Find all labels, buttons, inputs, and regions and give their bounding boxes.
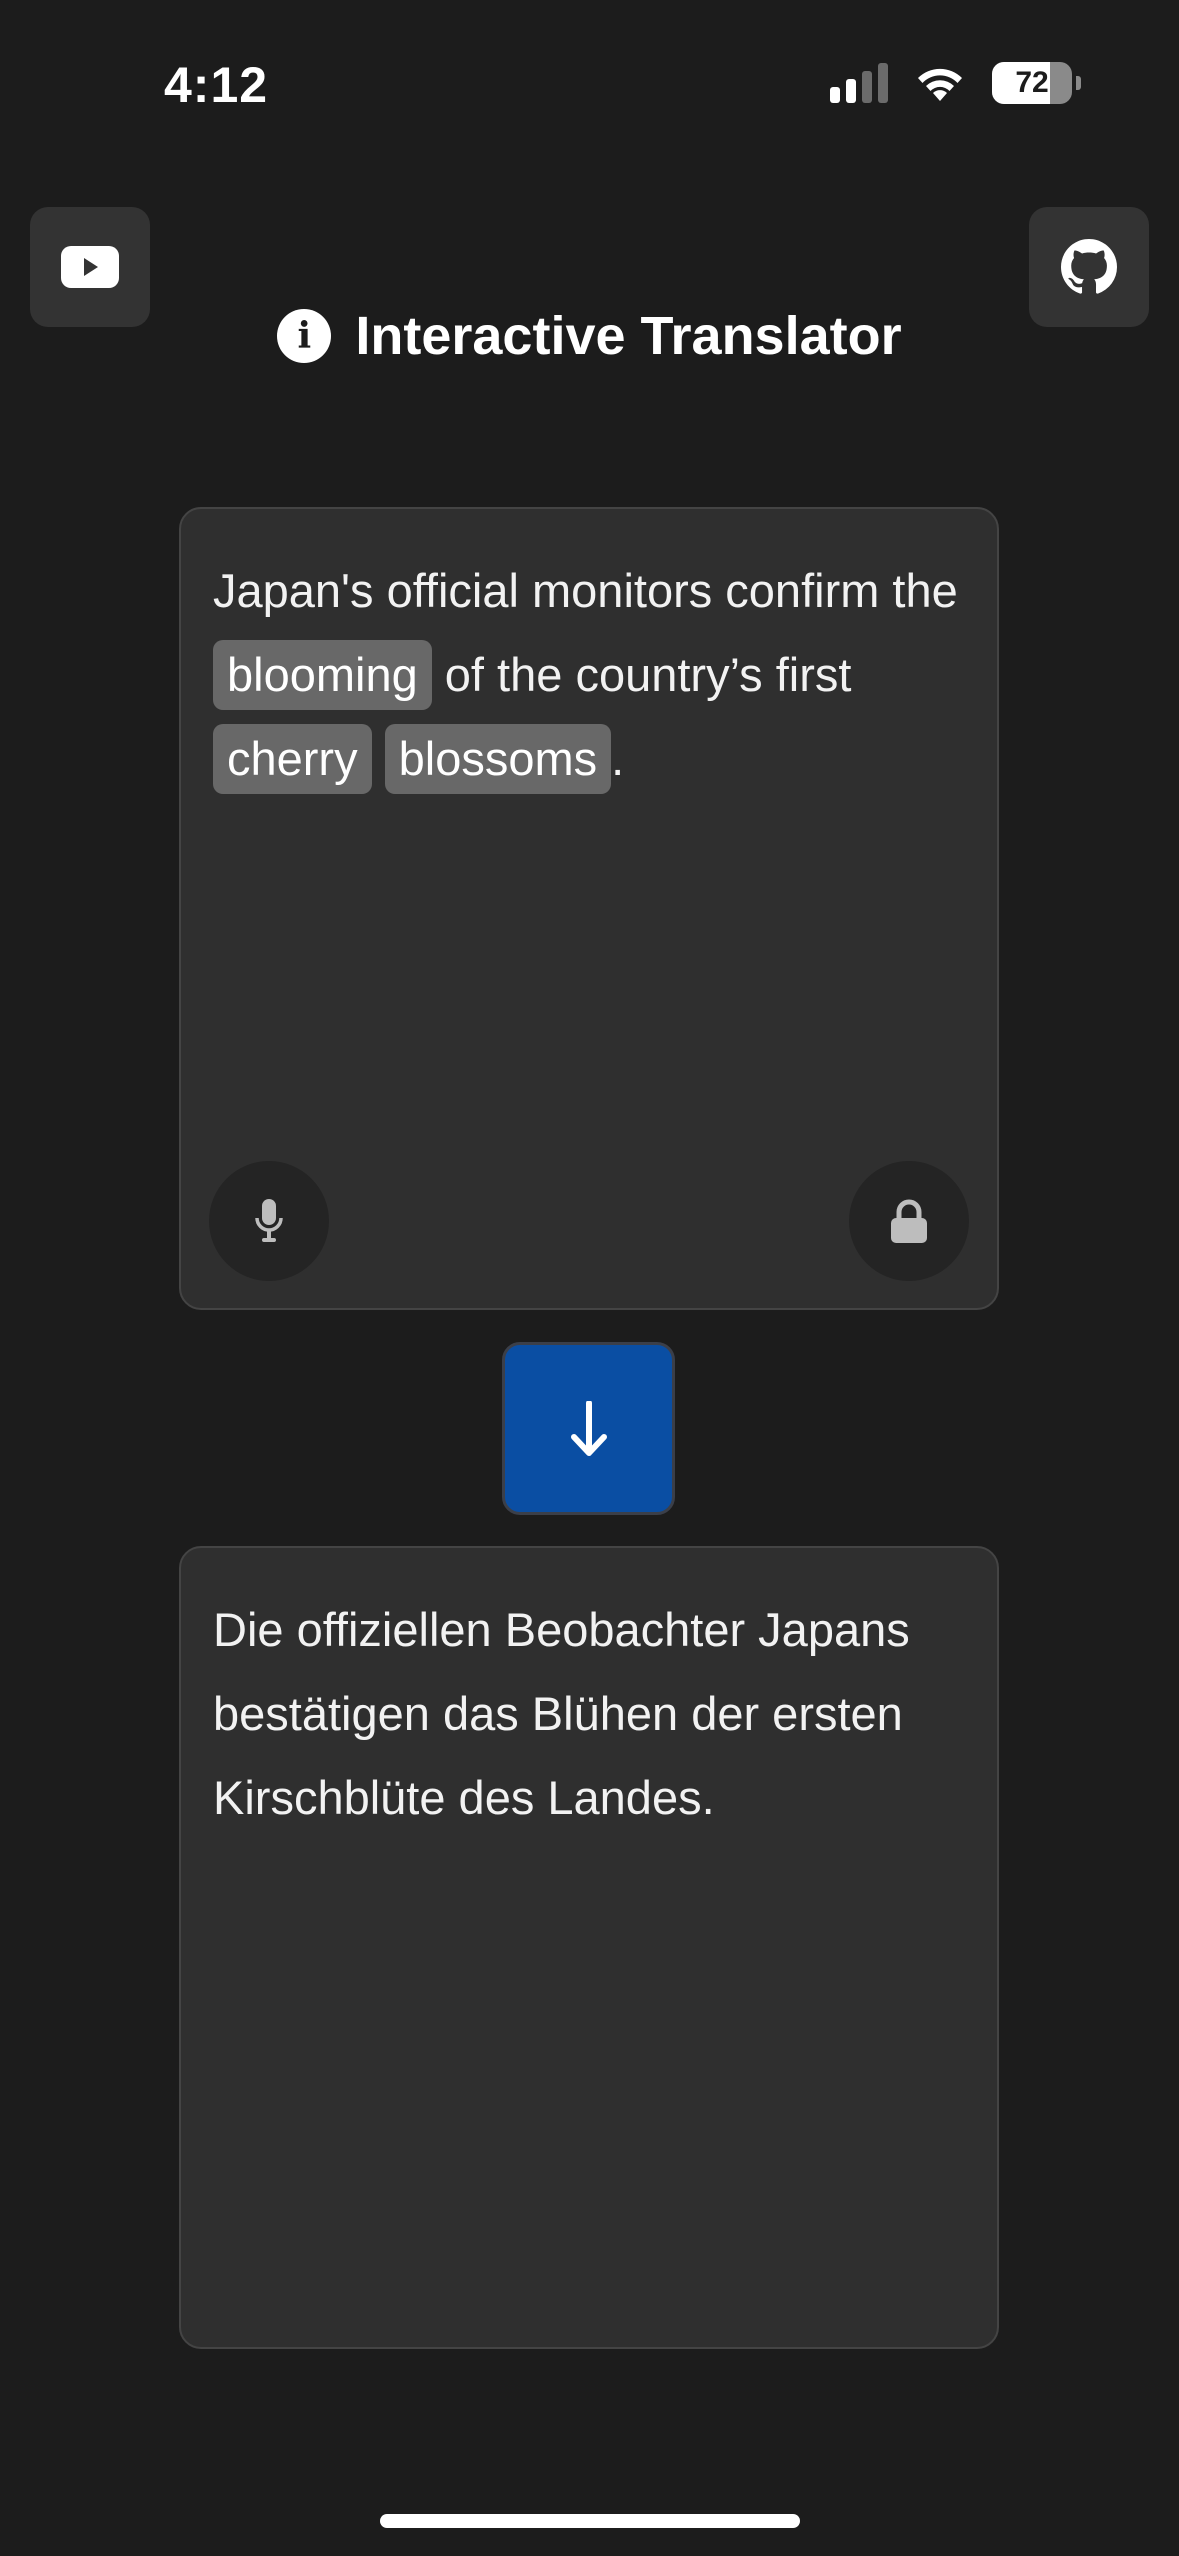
source-segment: of the country’s first bbox=[431, 648, 852, 701]
lock-icon bbox=[891, 1199, 927, 1243]
arrow-down-icon bbox=[570, 1400, 607, 1456]
cellular-signal-icon bbox=[830, 63, 888, 103]
info-icon[interactable]: i bbox=[277, 309, 332, 363]
translation-text: Die offiziellen Beobachter Japans bestät… bbox=[213, 1603, 910, 1824]
source-text[interactable]: Japan's official monitors confirm the bl… bbox=[213, 549, 973, 801]
microphone-button[interactable] bbox=[209, 1161, 329, 1281]
status-time: 4:12 bbox=[164, 57, 269, 113]
battery-icon: 72 bbox=[992, 62, 1072, 104]
battery-percent: 72 bbox=[1015, 66, 1049, 99]
word-chip[interactable]: blossoms bbox=[384, 724, 612, 794]
home-indicator[interactable] bbox=[380, 2514, 800, 2528]
github-icon bbox=[1061, 239, 1117, 294]
app-screen: 4:12 72 i Interactive Translator Japan's… bbox=[0, 0, 1179, 2556]
lock-button[interactable] bbox=[849, 1161, 969, 1281]
translate-button[interactable] bbox=[502, 1342, 675, 1515]
status-icons: 72 bbox=[830, 62, 1081, 104]
battery-tip bbox=[1076, 76, 1081, 90]
microphone-icon bbox=[255, 1199, 283, 1242]
translation-panel: Die offiziellen Beobachter Japans bestät… bbox=[179, 1546, 999, 2349]
source-segment bbox=[372, 732, 385, 785]
youtube-icon bbox=[61, 246, 119, 288]
source-panel: Japan's official monitors confirm the bl… bbox=[179, 507, 999, 1310]
source-segment: . bbox=[611, 732, 625, 785]
header: i Interactive Translator bbox=[0, 305, 1179, 367]
word-chip[interactable]: cherry bbox=[213, 724, 372, 794]
page-title: Interactive Translator bbox=[355, 306, 902, 366]
wifi-icon bbox=[918, 68, 962, 101]
source-segment: Japan's official monitors confirm the bbox=[213, 564, 958, 617]
word-chip[interactable]: blooming bbox=[213, 640, 432, 710]
